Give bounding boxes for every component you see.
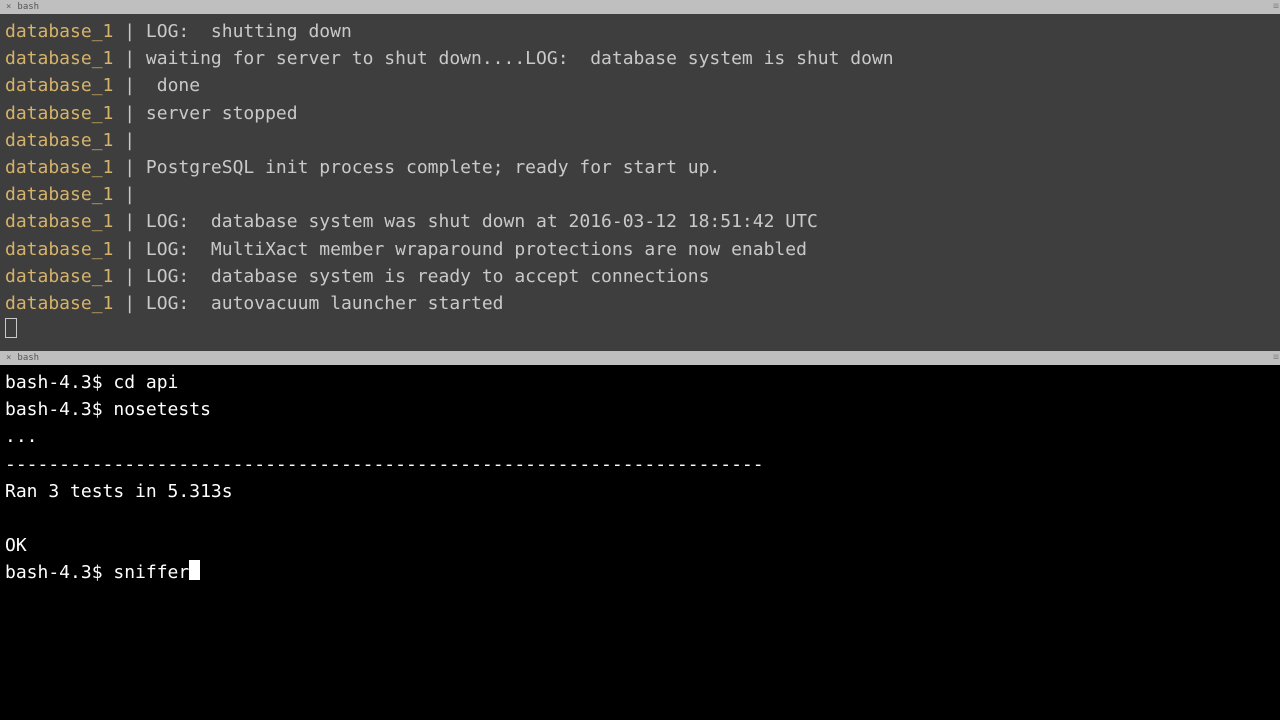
titlebar-top[interactable]: × bash ≡	[0, 0, 1280, 14]
terminal-output-top[interactable]: database_1 | LOG: shutting downdatabase_…	[0, 14, 1280, 344]
command-line: bash-4.3$ cd api	[5, 369, 1275, 396]
log-prefix: database_1	[5, 130, 113, 151]
log-message: done	[146, 75, 200, 96]
log-line: database_1 | LOG: database system is rea…	[5, 263, 1275, 290]
output-text: ----------------------------------------…	[5, 454, 764, 475]
command-text: nosetests	[113, 399, 211, 420]
command-line: bash-4.3$ sniffer	[5, 559, 1275, 586]
log-prefix: database_1	[5, 239, 113, 260]
log-message: server stopped	[146, 103, 298, 124]
output-text: OK	[5, 535, 27, 556]
log-prefix: database_1	[5, 266, 113, 287]
shell-prompt: bash-4.3$	[5, 399, 113, 420]
log-separator: |	[113, 293, 146, 314]
log-separator: |	[113, 75, 146, 96]
tab-label-top[interactable]: bash	[17, 0, 39, 14]
terminal-output-bottom[interactable]: bash-4.3$ cd apibash-4.3$ nosetests...--…	[0, 365, 1280, 587]
log-prefix: database_1	[5, 75, 113, 96]
terminal-pane-top[interactable]: × bash ≡ database_1 | LOG: shutting down…	[0, 0, 1280, 351]
log-separator: |	[113, 103, 146, 124]
log-separator: |	[113, 266, 146, 287]
log-prefix: database_1	[5, 48, 113, 69]
log-line: database_1 | LOG: autovacuum launcher st…	[5, 290, 1275, 317]
log-line: database_1 |	[5, 181, 1275, 208]
log-separator: |	[113, 130, 146, 151]
terminal-pane-bottom[interactable]: × bash ≡ bash-4.3$ cd apibash-4.3$ noset…	[0, 351, 1280, 720]
log-separator: |	[113, 21, 146, 42]
log-line: database_1 |	[5, 127, 1275, 154]
log-separator: |	[113, 211, 146, 232]
log-prefix: database_1	[5, 293, 113, 314]
close-icon[interactable]: ×	[6, 3, 11, 12]
close-icon[interactable]: ×	[6, 354, 11, 363]
command-text: sniffer	[113, 562, 189, 583]
output-text: ...	[5, 426, 38, 447]
log-prefix: database_1	[5, 103, 113, 124]
log-separator: |	[113, 48, 146, 69]
shell-prompt: bash-4.3$	[5, 372, 113, 393]
log-line: database_1 | LOG: shutting down	[5, 18, 1275, 45]
log-prefix: database_1	[5, 184, 113, 205]
log-line: database_1 | done	[5, 72, 1275, 99]
log-line: database_1 | waiting for server to shut …	[5, 45, 1275, 72]
output-line: Ran 3 tests in 5.313s	[5, 478, 1275, 505]
cursor-icon	[5, 318, 17, 338]
log-message: LOG: database system is ready to accept …	[146, 266, 710, 287]
log-line: database_1 | PostgreSQL init process com…	[5, 154, 1275, 181]
output-line: OK	[5, 532, 1275, 559]
output-line: ----------------------------------------…	[5, 451, 1275, 478]
log-message: waiting for server to shut down....LOG: …	[146, 48, 894, 69]
tab-label-bottom[interactable]: bash	[17, 351, 39, 365]
log-prefix: database_1	[5, 211, 113, 232]
output-line: ...	[5, 423, 1275, 450]
cursor-row	[5, 317, 1275, 344]
titlebar-bottom[interactable]: × bash ≡	[0, 351, 1280, 365]
command-text: cd api	[113, 372, 178, 393]
log-message: PostgreSQL init process complete; ready …	[146, 157, 720, 178]
log-line: database_1 | server stopped	[5, 100, 1275, 127]
log-prefix: database_1	[5, 21, 113, 42]
log-message: LOG: autovacuum launcher started	[146, 293, 504, 314]
log-separator: |	[113, 184, 146, 205]
cursor-icon	[189, 560, 200, 580]
log-line: database_1 | LOG: database system was sh…	[5, 208, 1275, 235]
log-separator: |	[113, 157, 146, 178]
log-message: LOG: MultiXact member wraparound protect…	[146, 239, 807, 260]
grip-icon[interactable]: ≡	[1273, 351, 1278, 365]
log-message: LOG: shutting down	[146, 21, 352, 42]
grip-icon[interactable]: ≡	[1273, 0, 1278, 14]
log-prefix: database_1	[5, 157, 113, 178]
output-line	[5, 505, 1275, 532]
log-separator: |	[113, 239, 146, 260]
shell-prompt: bash-4.3$	[5, 562, 113, 583]
command-line: bash-4.3$ nosetests	[5, 396, 1275, 423]
log-message: LOG: database system was shut down at 20…	[146, 211, 818, 232]
output-text: Ran 3 tests in 5.313s	[5, 481, 233, 502]
log-line: database_1 | LOG: MultiXact member wrapa…	[5, 236, 1275, 263]
